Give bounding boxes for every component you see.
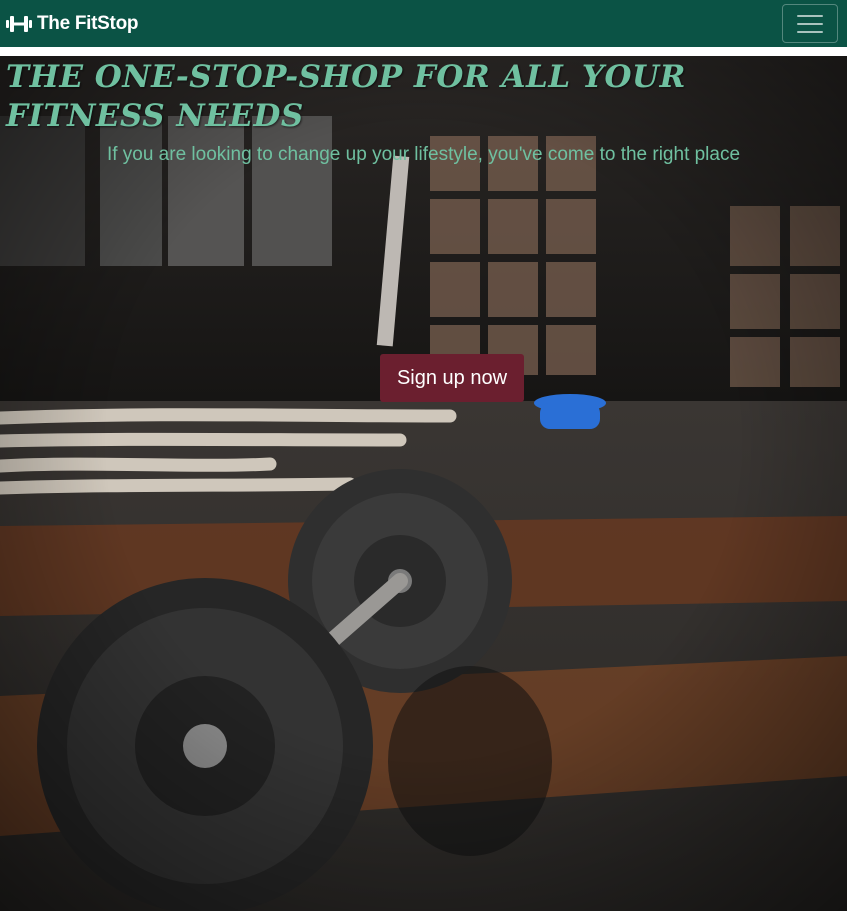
navbar-divider <box>0 47 847 56</box>
dumbbell-icon <box>6 15 32 32</box>
hamburger-menu-icon <box>797 14 823 17</box>
navbar-toggle-button[interactable] <box>782 4 838 43</box>
navbar: The FitStop <box>0 0 847 47</box>
hero-title: THE ONE-STOP-SHOP FOR ALL YOUR FITNESS N… <box>6 59 686 134</box>
hero-section: THE ONE-STOP-SHOP FOR ALL YOUR FITNESS N… <box>0 56 847 911</box>
hero-background-image <box>0 56 847 911</box>
hero-subtitle: If you are looking to change up your lif… <box>106 144 741 165</box>
sign-up-button[interactable]: Sign up now <box>380 354 524 402</box>
brand-link[interactable]: The FitStop <box>6 13 138 35</box>
brand-name: The FitStop <box>37 12 139 34</box>
